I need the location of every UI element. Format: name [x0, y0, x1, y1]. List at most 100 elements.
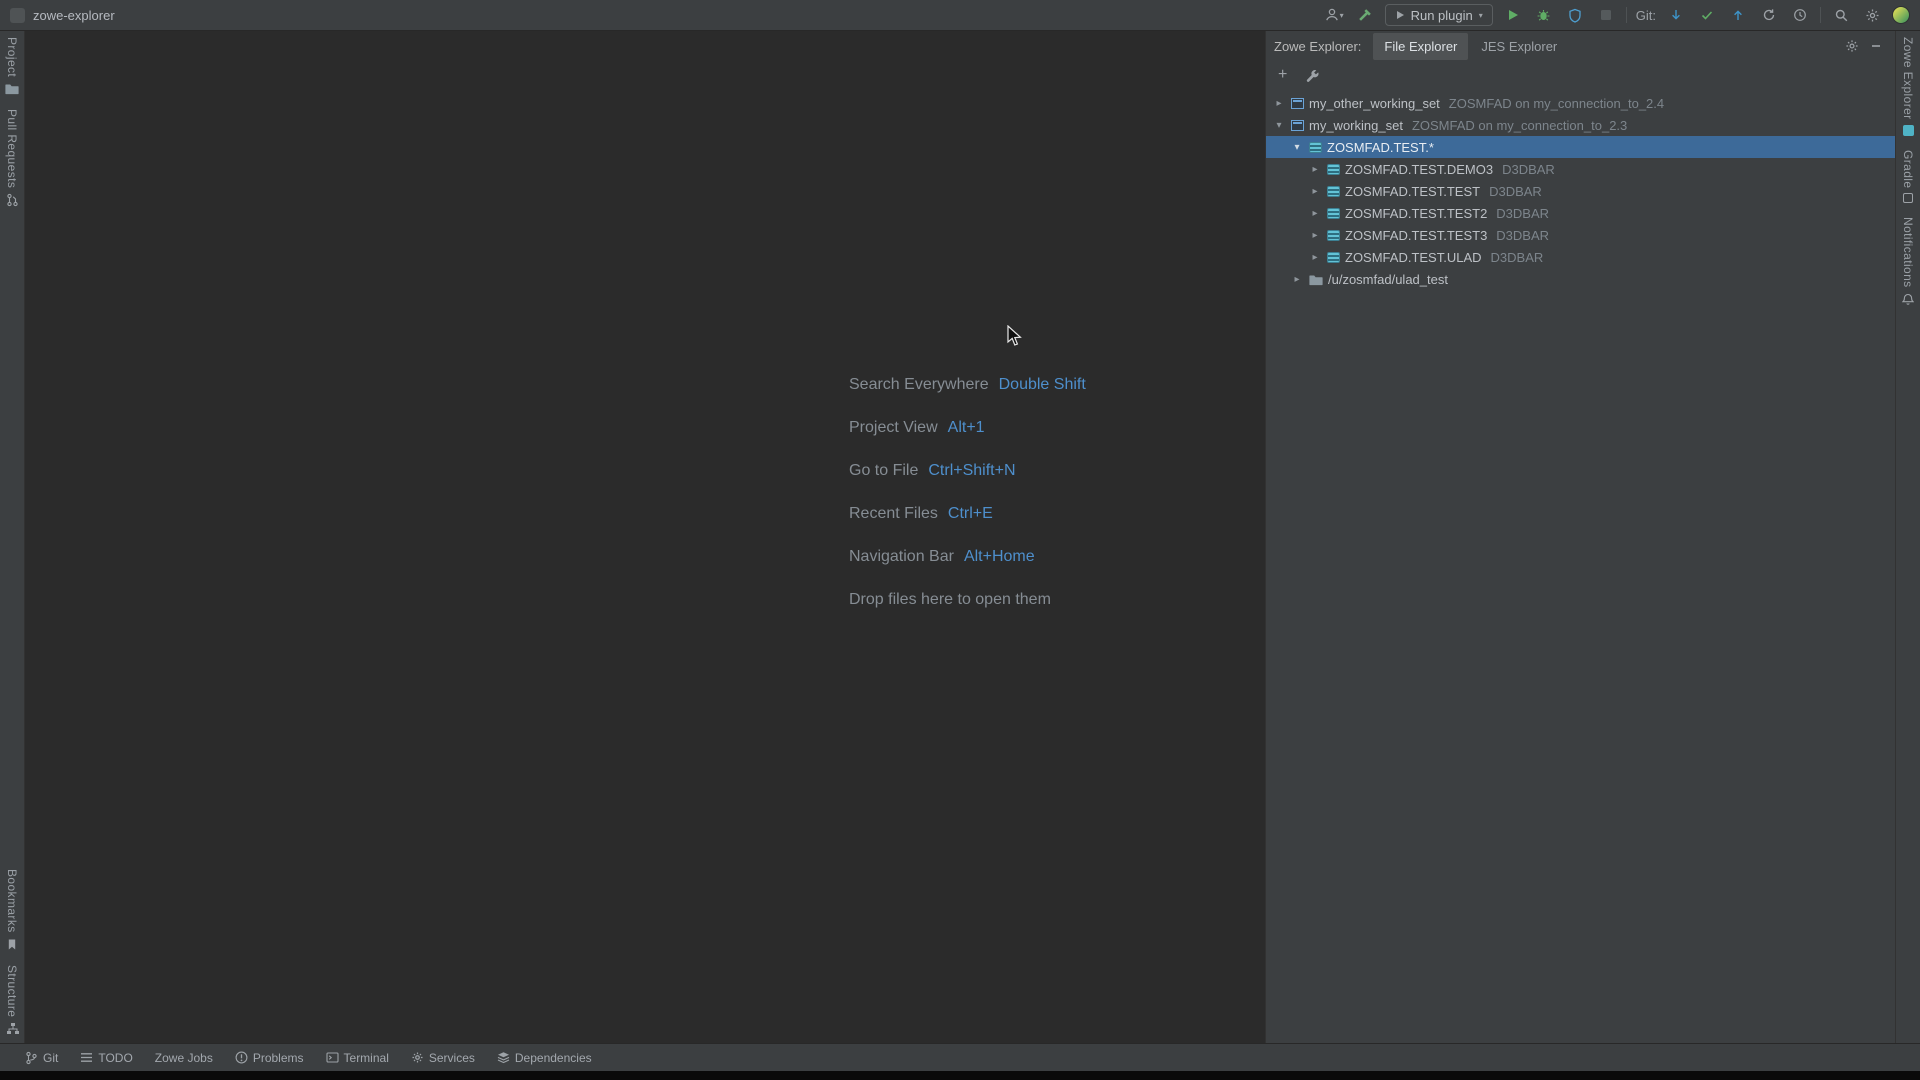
tree-node-icon [1327, 208, 1340, 219]
tree-chevron-icon[interactable]: ▸ [1290, 274, 1304, 285]
panel-hide-button[interactable] [1865, 35, 1887, 57]
shortcut-label: Recent Files [849, 505, 938, 523]
panel-tab[interactable]: JES Explorer [1470, 33, 1568, 60]
tree-chevron-icon[interactable]: ▸ [1308, 186, 1322, 197]
tool-window-button[interactable]: Structure [5, 965, 19, 1035]
tree-node-suffix: D3DBAR [1496, 206, 1549, 221]
tree-row[interactable]: ▸ /u/zosmfad/ulad_test [1266, 268, 1895, 290]
left-stripe-top: Project Pull Requests [5, 37, 19, 207]
tree-node-label: my_working_set [1309, 118, 1403, 133]
app-icon [10, 8, 25, 23]
tree-row[interactable]: ▾ my_working_set ZOSMFAD on my_connectio… [1266, 114, 1895, 136]
tree-chevron-icon[interactable]: ▸ [1308, 208, 1322, 219]
shortcut-hint-row: Navigation Bar Alt+Home [849, 547, 1086, 567]
status-bar-item[interactable]: Zowe Jobs [144, 1044, 224, 1071]
tool-window-button[interactable]: Project [5, 37, 19, 95]
tool-window-button[interactable]: Zowe Explorer [1901, 37, 1915, 136]
editor-area[interactable]: Search Everywhere Double Shift Project V… [25, 31, 1265, 1043]
tree-row[interactable]: ▸ ZOSMFAD.TEST.TEST2 D3DBAR [1266, 202, 1895, 224]
wrench-icon [1305, 68, 1320, 83]
tree-row[interactable]: ▸ ZOSMFAD.TEST.DEMO3 D3DBAR [1266, 158, 1895, 180]
tool-window-icon [6, 938, 18, 951]
tree-row[interactable]: ▸ ZOSMFAD.TEST.ULAD D3DBAR [1266, 246, 1895, 268]
tool-window-button[interactable]: Notifications [1901, 217, 1915, 306]
tree-node-icon [1309, 142, 1322, 153]
settings-button[interactable] [1861, 4, 1883, 26]
tree-row[interactable]: ▸ ZOSMFAD.TEST.TEST D3DBAR [1266, 180, 1895, 202]
stop-button[interactable] [1595, 4, 1617, 26]
tree-row[interactable]: ▸ ZOSMFAD.TEST.TEST3 D3DBAR [1266, 224, 1895, 246]
tool-window-button[interactable]: Gradle [1901, 150, 1915, 203]
tree-chevron-icon[interactable]: ▸ [1308, 164, 1322, 175]
user-dropdown-button[interactable]: ▾ [1323, 4, 1345, 26]
tree-node-icon [1327, 230, 1340, 241]
tree-node-suffix: D3DBAR [1502, 162, 1555, 177]
left-stripe-bottom: Bookmarks Structure [5, 869, 19, 1035]
tree-node-label: ZOSMFAD.TEST.TEST [1345, 184, 1480, 199]
tree-node-icon [1327, 252, 1340, 263]
main-toolbar: ▾ Run plugin ▾ Git: [1323, 4, 1910, 26]
tree-chevron-icon[interactable]: ▸ [1308, 230, 1322, 241]
tree-row[interactable]: ▾ ZOSMFAD.TEST.* [1266, 136, 1895, 158]
panel-header: Zowe Explorer: File Explorer JES Explore… [1266, 31, 1895, 61]
tool-window-label: Pull Requests [5, 109, 19, 188]
status-bar-item[interactable]: TODO [69, 1044, 143, 1071]
add-profile-button[interactable]: + [1278, 67, 1287, 83]
arrow-up-icon [1731, 8, 1745, 22]
rollback-icon [1762, 8, 1776, 22]
status-bar-item[interactable]: Problems [224, 1044, 315, 1071]
profile-avatar[interactable] [1892, 6, 1910, 24]
gear-icon [1865, 8, 1880, 23]
tree-node-label: /u/zosmfad/ulad_test [1328, 272, 1448, 287]
shortcut-keys: Alt+Home [964, 548, 1035, 566]
tool-window-icon [5, 82, 19, 95]
run-button[interactable] [1502, 4, 1524, 26]
build-hammer-button[interactable] [1354, 4, 1376, 26]
tool-window-icon [1902, 293, 1914, 306]
git-push-button[interactable] [1727, 4, 1749, 26]
panel-tab[interactable]: File Explorer [1373, 33, 1468, 60]
coverage-button[interactable] [1564, 4, 1586, 26]
tree-chevron-icon[interactable]: ▸ [1308, 252, 1322, 263]
tool-window-button[interactable]: Bookmarks [5, 869, 19, 951]
git-commit-button[interactable] [1696, 4, 1718, 26]
status-item-label: Services [429, 1051, 475, 1065]
tree-node-label: ZOSMFAD.TEST.TEST3 [1345, 228, 1487, 243]
status-bar-item[interactable]: Dependencies [486, 1044, 603, 1071]
arrow-down-icon [1669, 8, 1683, 22]
status-item-icon [411, 1051, 424, 1064]
tree-row[interactable]: ▸ my_other_working_set ZOSMFAD on my_con… [1266, 92, 1895, 114]
tree-node-label: ZOSMFAD.TEST.DEMO3 [1345, 162, 1493, 177]
search-icon [1834, 8, 1849, 23]
shortcut-hints: Search Everywhere Double Shift Project V… [849, 375, 1086, 633]
clock-icon [1793, 8, 1807, 22]
stop-icon [1600, 9, 1612, 21]
search-everywhere-button[interactable] [1830, 4, 1852, 26]
tree-chevron-icon[interactable]: ▾ [1290, 142, 1304, 153]
tree-chevron-icon[interactable]: ▾ [1272, 120, 1286, 131]
tree-chevron-icon[interactable]: ▸ [1272, 98, 1286, 109]
run-config-select[interactable]: Run plugin ▾ [1385, 4, 1493, 26]
tool-window-button[interactable]: Pull Requests [5, 109, 19, 207]
tree-node-label: ZOSMFAD.TEST.TEST2 [1345, 206, 1487, 221]
check-icon [1700, 8, 1714, 22]
tool-window-label: Bookmarks [5, 869, 19, 933]
status-bar-item[interactable]: Git [14, 1044, 69, 1071]
status-bar-item[interactable]: Services [400, 1044, 486, 1071]
panel-toolbar: + [1266, 61, 1895, 89]
revert-button[interactable] [1758, 4, 1780, 26]
status-bar-item[interactable]: Terminal [315, 1044, 400, 1071]
panel-wrench-button[interactable] [1301, 64, 1323, 86]
drop-files-hint: Drop files here to open them [849, 591, 1051, 609]
panel-settings-button[interactable] [1841, 35, 1863, 57]
debug-button[interactable] [1533, 4, 1555, 26]
gear-icon [1845, 39, 1859, 53]
file-explorer-tree: ▸ my_other_working_set ZOSMFAD on my_con… [1266, 89, 1895, 1043]
tree-node-icon [1291, 120, 1304, 131]
run-config-label: Run plugin [1411, 8, 1473, 23]
history-button[interactable] [1789, 4, 1811, 26]
tree-node-icon [1327, 186, 1340, 197]
git-update-button[interactable] [1665, 4, 1687, 26]
tool-window-label: Project [5, 37, 19, 77]
project-title: zowe-explorer [33, 8, 115, 23]
